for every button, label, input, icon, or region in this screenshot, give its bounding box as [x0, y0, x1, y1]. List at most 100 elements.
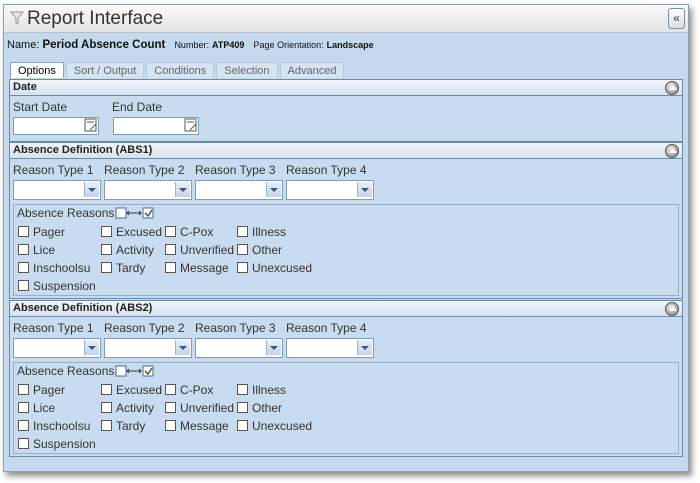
- reason-checkbox-tardy[interactable]: Tardy: [101, 419, 145, 433]
- reason-label: Lice: [33, 243, 56, 257]
- reason-label: Suspension: [33, 279, 96, 293]
- title-bar: Report Interface «: [4, 5, 688, 33]
- checkbox[interactable]: [18, 226, 29, 237]
- chevron-down-icon[interactable]: [175, 340, 190, 355]
- reason-label: Activity: [116, 243, 155, 257]
- date-section-header: Date: [10, 80, 682, 96]
- reason-type-3-select[interactable]: [195, 180, 283, 200]
- select-all-toggle-icon[interactable]: [115, 365, 155, 377]
- reason-checkbox-lice[interactable]: Lice: [18, 243, 55, 257]
- abs2-section-title: Absence Definition (ABS2): [13, 302, 153, 314]
- reason-checkbox-activity[interactable]: Activity: [101, 401, 154, 415]
- checkbox[interactable]: [165, 262, 176, 273]
- reason-label: Excused: [116, 383, 163, 397]
- reason-checkbox-unverified[interactable]: Unverified: [165, 243, 234, 257]
- reason-type-1-select[interactable]: [13, 338, 101, 358]
- chevron-down-icon[interactable]: [175, 182, 190, 197]
- reason-type-3-select[interactable]: [195, 338, 283, 358]
- reason-checkbox-message[interactable]: Message: [165, 261, 229, 275]
- checkbox[interactable]: [237, 244, 248, 255]
- reason-checkbox-excused[interactable]: Excused: [101, 383, 162, 397]
- reason-type-2-select[interactable]: [104, 338, 192, 358]
- reason-type-4-select[interactable]: [286, 338, 374, 358]
- checkbox[interactable]: [165, 384, 176, 395]
- reason-checkbox-suspension[interactable]: Suspension: [18, 437, 96, 451]
- checkbox[interactable]: [101, 244, 112, 255]
- checkbox[interactable]: [101, 420, 112, 431]
- reason-checkbox-c-pox[interactable]: C-Pox: [165, 383, 213, 397]
- collapse-section-icon[interactable]: [665, 144, 679, 158]
- checkbox[interactable]: [101, 226, 112, 237]
- chevron-down-icon[interactable]: [357, 340, 372, 355]
- collapse-section-icon[interactable]: [665, 302, 679, 316]
- select-all-toggle-icon[interactable]: [115, 207, 155, 219]
- checkbox[interactable]: [237, 384, 248, 395]
- checkbox[interactable]: [18, 280, 29, 291]
- checkbox[interactable]: [18, 384, 29, 395]
- reason-checkbox-unverified[interactable]: Unverified: [165, 401, 234, 415]
- reason-checkbox-illness[interactable]: Illness: [237, 383, 286, 397]
- calendar-icon[interactable]: [184, 118, 197, 132]
- checkbox[interactable]: [237, 402, 248, 413]
- checkbox[interactable]: [18, 438, 29, 449]
- reason-checkbox-tardy[interactable]: Tardy: [101, 261, 145, 275]
- reason-label: Message: [180, 261, 229, 275]
- start-date-input[interactable]: [13, 117, 99, 135]
- reason-checkbox-unexcused[interactable]: Unexcused: [237, 419, 312, 433]
- reason-label: Message: [180, 419, 229, 433]
- reason-type-4-label: Reason Type 4: [286, 321, 367, 335]
- tab-sort-output[interactable]: Sort / Output: [65, 62, 145, 78]
- chevron-down-icon[interactable]: [266, 182, 281, 197]
- chevron-down-icon[interactable]: [266, 340, 281, 355]
- checkbox[interactable]: [101, 402, 112, 413]
- absence-reasons-label: Absence Reasons: [17, 364, 115, 378]
- end-date-input[interactable]: [113, 117, 199, 135]
- tab-selection[interactable]: Selection: [216, 62, 278, 78]
- reason-label: Lice: [33, 401, 56, 415]
- collapse-section-icon[interactable]: [665, 81, 679, 95]
- reason-type-1-select[interactable]: [13, 180, 101, 200]
- reason-checkbox-unexcused[interactable]: Unexcused: [237, 261, 312, 275]
- reason-checkbox-illness[interactable]: Illness: [237, 225, 286, 239]
- checkbox[interactable]: [165, 226, 176, 237]
- checkbox[interactable]: [18, 402, 29, 413]
- reason-checkbox-pager[interactable]: Pager: [18, 383, 65, 397]
- tab-advanced[interactable]: Advanced: [279, 62, 345, 78]
- chevron-down-icon[interactable]: [84, 340, 99, 355]
- checkbox[interactable]: [18, 420, 29, 431]
- reason-type-3-label: Reason Type 3: [195, 163, 276, 177]
- reason-checkbox-lice[interactable]: Lice: [18, 401, 55, 415]
- tab-options[interactable]: Options: [10, 62, 64, 78]
- reason-label: Pager: [33, 383, 66, 397]
- reason-checkbox-pager[interactable]: Pager: [18, 225, 65, 239]
- reason-checkbox-inschoolsu[interactable]: Inschoolsu: [18, 419, 90, 433]
- reason-checkbox-other[interactable]: Other: [237, 401, 282, 415]
- checkbox[interactable]: [165, 402, 176, 413]
- reason-checkbox-activity[interactable]: Activity: [101, 243, 154, 257]
- reason-checkbox-suspension[interactable]: Suspension: [18, 279, 96, 293]
- chevron-down-icon[interactable]: [84, 182, 99, 197]
- calendar-icon[interactable]: [84, 118, 97, 132]
- checkbox[interactable]: [165, 244, 176, 255]
- abs2-reasons-box: Absence Reasons Pager Excused C-Pox Illn…: [13, 362, 679, 454]
- checkbox[interactable]: [18, 262, 29, 273]
- abs1-section-title: Absence Definition (ABS1): [13, 144, 153, 156]
- reason-checkbox-c-pox[interactable]: C-Pox: [165, 225, 213, 239]
- collapse-panel-button[interactable]: «: [668, 8, 685, 29]
- checkbox[interactable]: [237, 420, 248, 431]
- checkbox[interactable]: [237, 226, 248, 237]
- reason-checkbox-other[interactable]: Other: [237, 243, 282, 257]
- reason-type-2-select[interactable]: [104, 180, 192, 200]
- checkbox[interactable]: [101, 262, 112, 273]
- checkbox[interactable]: [101, 384, 112, 395]
- tab-conditions[interactable]: Conditions: [146, 62, 215, 78]
- reason-checkbox-message[interactable]: Message: [165, 419, 229, 433]
- checkbox[interactable]: [18, 244, 29, 255]
- checkbox[interactable]: [165, 420, 176, 431]
- reason-checkbox-excused[interactable]: Excused: [101, 225, 162, 239]
- reason-type-4-select[interactable]: [286, 180, 374, 200]
- chevron-down-icon[interactable]: [357, 182, 372, 197]
- checkbox[interactable]: [237, 262, 248, 273]
- reason-checkbox-inschoolsu[interactable]: Inschoolsu: [18, 261, 90, 275]
- reason-label: Activity: [116, 401, 155, 415]
